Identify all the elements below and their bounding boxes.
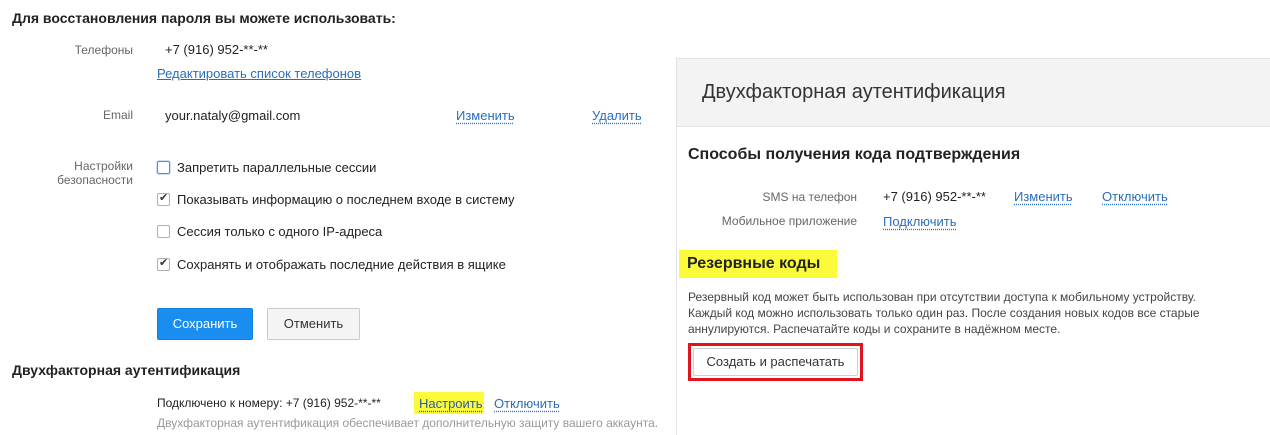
recovery-title: Для восстановления пароля вы можете испо… xyxy=(12,10,396,26)
edit-phones-link[interactable]: Редактировать список телефонов xyxy=(157,66,361,81)
security-label-line1: Настройки xyxy=(74,159,133,173)
sms-label: SMS на телефон xyxy=(762,190,857,204)
security-label-line2: безопасности xyxy=(57,173,133,187)
create-print-button[interactable]: Создать и распечатать xyxy=(693,348,858,376)
panel-header: Двухфакторная аутентификация xyxy=(677,59,1270,127)
backup-text-line1: Резервный код может быть использован при… xyxy=(688,290,1196,304)
twofa-title: Двухфакторная аутентификация xyxy=(12,362,241,378)
option-label-save-actions: Сохранять и отображать последние действи… xyxy=(177,257,506,272)
backup-text-line2: Каждый код можно использовать только оди… xyxy=(688,306,1200,320)
phone-value: +7 (916) 952-**-** xyxy=(165,42,268,57)
checkbox-last-login-info[interactable] xyxy=(157,191,170,206)
methods-title: Способы получения кода подтверждения xyxy=(688,146,1021,163)
option-label-parallel-sessions: Запретить параллельные сессии xyxy=(177,160,377,175)
checkbox-save-actions[interactable] xyxy=(157,256,170,271)
twofa-disable-link[interactable]: Отключить xyxy=(494,396,560,411)
twofa-connected-text: Подключено к номеру: +7 (916) 952-**-** xyxy=(157,396,381,410)
option-label-last-login-info: Показывать информацию о последнем входе … xyxy=(177,192,515,207)
checkbox-parallel-sessions[interactable] xyxy=(157,161,170,174)
panel-title: Двухфакторная аутентификация xyxy=(702,81,1006,103)
twofa-setup-link[interactable]: Настроить xyxy=(419,396,483,411)
sms-disable-link[interactable]: Отключить xyxy=(1102,189,1168,204)
app-connect-link[interactable]: Подключить xyxy=(883,214,957,229)
backup-title: Резервные коды xyxy=(687,255,821,272)
sms-value: +7 (916) 952-**-** xyxy=(883,189,986,204)
twofa-panel: Двухфакторная аутентификация Способы пол… xyxy=(676,58,1270,435)
save-button[interactable]: Сохранить xyxy=(157,308,253,340)
twofa-description: Двухфакторная аутентификация обеспечивае… xyxy=(157,416,659,430)
cancel-button[interactable]: Отменить xyxy=(267,308,360,340)
option-label-single-ip: Сессия только с одного IP-адреса xyxy=(177,224,383,239)
email-change-link[interactable]: Изменить xyxy=(456,108,515,123)
email-label: Email xyxy=(102,108,133,122)
email-value: your.nataly@gmail.com xyxy=(165,108,301,123)
backup-description: Резервный код может быть использован при… xyxy=(688,289,1200,337)
phones-label: Телефоны xyxy=(74,43,133,57)
sms-change-link[interactable]: Изменить xyxy=(1014,189,1073,204)
app-label: Мобильное приложение xyxy=(721,214,857,228)
backup-text-line3: аннулируются. Распечатайте коды и сохран… xyxy=(688,322,1061,336)
email-delete-link[interactable]: Удалить xyxy=(592,108,642,123)
security-label: Настройки безопасности xyxy=(40,159,133,187)
checkbox-single-ip[interactable] xyxy=(157,225,170,238)
